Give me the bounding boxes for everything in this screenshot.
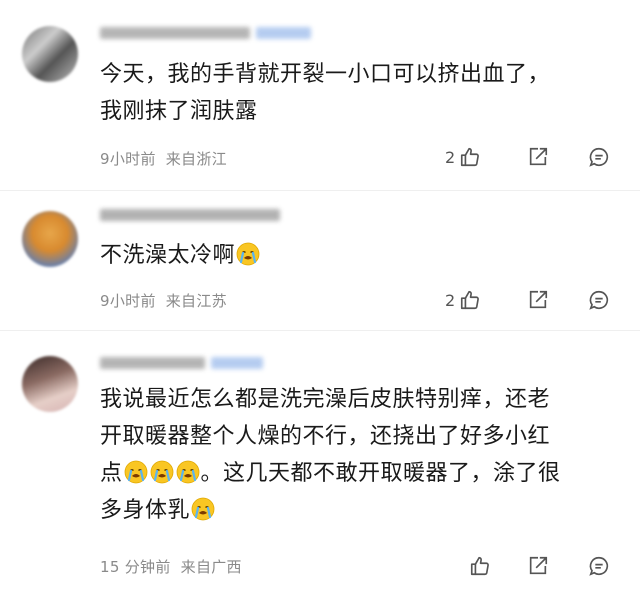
crying-face-emoji — [124, 460, 147, 484]
crying-face-emoji — [150, 460, 173, 484]
comment-bubble-icon — [589, 147, 609, 167]
share-arrow-icon — [529, 290, 548, 309]
like-count: 2 — [445, 147, 456, 167]
comment-time: 9小时前 — [100, 292, 156, 310]
share-arrow-icon — [529, 556, 548, 575]
crying-face-emoji — [191, 497, 215, 521]
comment-text: 不洗澡太冷啊 — [100, 237, 610, 274]
reply-button[interactable] — [588, 287, 610, 313]
comment-item: 不洗澡太冷啊 9小时前 来自江苏 2 — [0, 190, 640, 330]
comment-location: 来自广西 — [180, 558, 242, 576]
crying-face-emoji — [236, 242, 260, 266]
comment-meta: 15 分钟前 来自广西 — [100, 556, 242, 577]
share-arrow-icon — [529, 147, 548, 166]
like-count: 2 — [445, 290, 456, 310]
thumbs-up-icon — [470, 556, 489, 576]
comment-meta: 9小时前 来自江苏 — [100, 290, 227, 311]
comment-time: 9小时前 — [100, 150, 156, 168]
comment-actions: 2 — [440, 287, 620, 313]
avatar[interactable] — [22, 211, 78, 267]
like-button[interactable] — [465, 553, 491, 579]
username-blurred[interactable] — [100, 24, 315, 42]
comment-text: 我说最近怎么都是洗完澡后皮肤特别痒，还老 开取暖器整个人燥的不行，还挠出了好多小… — [100, 387, 561, 523]
comment-location: 来自江苏 — [165, 292, 227, 310]
like-button[interactable]: 2 — [445, 287, 481, 313]
thumbs-up-icon — [461, 290, 480, 310]
share-button[interactable] — [527, 144, 549, 170]
like-button[interactable]: 2 — [445, 144, 481, 170]
username-blurred[interactable] — [100, 206, 280, 224]
comment-actions: 2 — [440, 144, 620, 170]
comment-text: 今天，我的手背就开裂一小口可以挤出血了， 我刚抹了润肤露 — [100, 62, 551, 124]
username-blurred[interactable] — [100, 354, 265, 372]
comment-item: 今天，我的手背就开裂一小口可以挤出血了， 我刚抹了润肤露 9小时前 来自浙江 2 — [0, 0, 640, 190]
thumbs-up-icon — [461, 147, 480, 167]
comment-actions — [440, 553, 620, 579]
comment-bubble-icon — [589, 556, 609, 576]
reply-button[interactable] — [588, 144, 610, 170]
comment-bubble-icon — [589, 290, 609, 310]
avatar[interactable] — [22, 26, 78, 82]
crying-face-emoji — [176, 460, 199, 484]
reply-button[interactable] — [588, 553, 610, 579]
comment-time: 15 分钟前 — [100, 558, 171, 576]
avatar[interactable] — [22, 356, 78, 412]
comment-location: 来自浙江 — [165, 150, 227, 168]
comment-meta: 9小时前 来自浙江 — [100, 148, 227, 169]
comment-item: 我说最近怎么都是洗完澡后皮肤特别痒，还老 开取暖器整个人燥的不行，还挠出了好多小… — [0, 330, 640, 599]
share-button[interactable] — [527, 553, 549, 579]
share-button[interactable] — [527, 287, 549, 313]
